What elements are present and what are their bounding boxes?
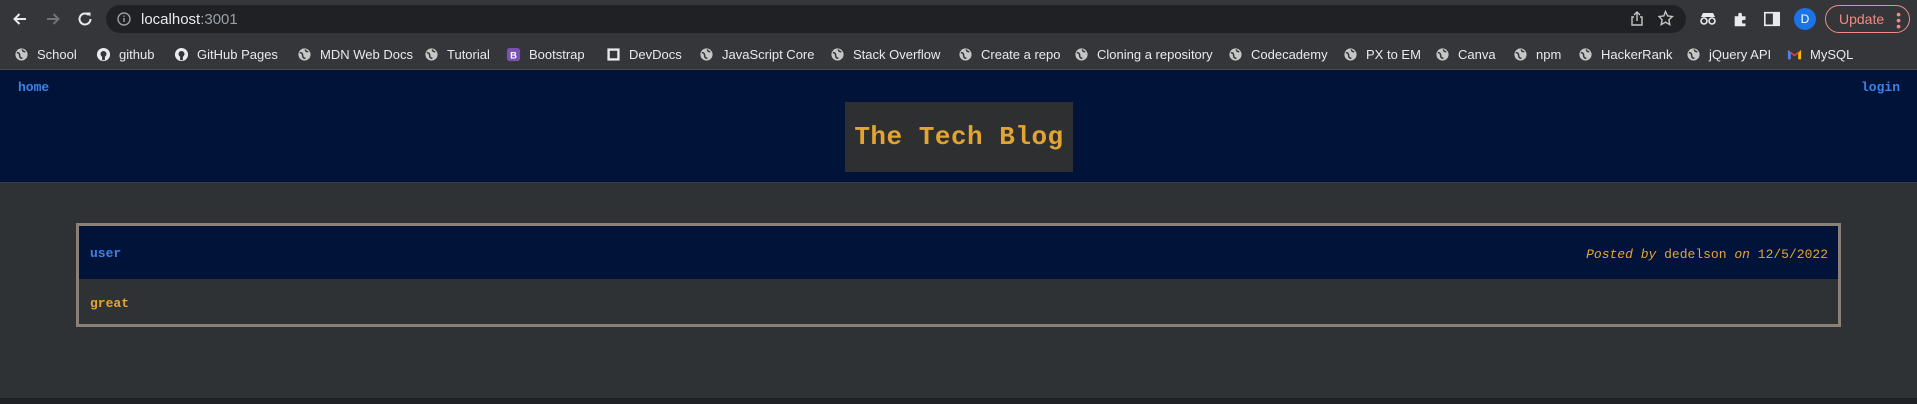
bookmarks-bar: School github GitHub Pages MDN Web Docs Tuto…	[0, 38, 1917, 70]
bookmark-label: HackerRank	[1601, 46, 1673, 62]
bookmark-item[interactable]: JavaScript Core	[698, 44, 814, 64]
bookmark-label: DevDocs	[629, 46, 682, 62]
extension-incognito-icon[interactable]	[1698, 9, 1718, 29]
bookmark-label: GitHub Pages	[197, 46, 278, 62]
globe-icon	[1577, 46, 1593, 62]
bookmark-label: MDN Web Docs	[320, 46, 413, 62]
globe-icon	[1434, 46, 1450, 62]
address-bar[interactable]: localhost:3001	[106, 5, 1686, 33]
update-button[interactable]: Update • • •	[1825, 5, 1910, 33]
bookmark-item[interactable]: Tutorial	[423, 44, 490, 64]
bootstrap-icon: B	[505, 46, 521, 62]
bookmark-label: School	[37, 46, 77, 62]
globe-icon	[423, 46, 439, 62]
globe-icon	[13, 46, 29, 62]
bookmark-label: Create a repo	[981, 46, 1061, 62]
bookmark-label: Tutorial	[447, 46, 490, 62]
share-icon[interactable]	[1629, 11, 1645, 27]
bookmark-item[interactable]: Codecademy	[1227, 44, 1328, 64]
bookmark-item[interactable]: Stack Overflow	[829, 44, 940, 64]
extensions-puzzle-icon[interactable]	[1731, 9, 1751, 29]
browser-toolbar: localhost:3001 D Update • • •	[0, 0, 1917, 38]
side-panel-icon[interactable]	[1762, 9, 1782, 29]
arrow-right-icon	[47, 13, 60, 25]
reload-button[interactable]	[73, 7, 97, 31]
bookmark-item[interactable]: npm	[1512, 44, 1561, 64]
on-label: on	[1734, 247, 1750, 262]
bookmark-item[interactable]: github	[95, 44, 154, 64]
bookmark-item[interactable]: Create a repo	[957, 44, 1061, 64]
bookmark-item[interactable]: Cloning a repository	[1073, 44, 1213, 64]
globe-icon	[1342, 46, 1358, 62]
globe-icon	[1227, 46, 1243, 62]
forward-button[interactable]	[41, 7, 65, 31]
site-title: The Tech Blog	[845, 102, 1073, 172]
bookmark-item[interactable]: HackerRank	[1577, 44, 1673, 64]
bookmark-label: PX to EM	[1366, 46, 1421, 62]
globe-icon	[829, 46, 845, 62]
url-host: localhost	[141, 11, 201, 28]
post-header: user Posted by dedelson on 12/5/2022	[79, 226, 1838, 279]
bookmark-label: Cloning a repository	[1097, 46, 1213, 62]
arrow-left-icon	[13, 13, 26, 25]
update-label: Update	[1839, 11, 1885, 27]
bookmark-item[interactable]: jQuery API	[1685, 44, 1771, 64]
github-icon	[95, 46, 111, 62]
post-date: 12/5/2022	[1757, 247, 1828, 262]
bookmark-label: MySQL	[1810, 46, 1854, 62]
menu-dots-icon[interactable]: • • •	[1896, 7, 1901, 33]
globe-icon	[698, 46, 714, 62]
url-text: localhost:3001	[141, 11, 238, 28]
devdocs-icon	[605, 46, 621, 62]
globe-icon	[957, 46, 973, 62]
post-body: great	[90, 296, 130, 311]
gmail-icon	[1786, 46, 1802, 62]
bookmark-item[interactable]: GitHub Pages	[173, 44, 278, 64]
bookmark-label: Bootstrap	[529, 46, 585, 62]
home-link[interactable]: home	[18, 80, 49, 95]
post-author: dedelson	[1664, 247, 1727, 262]
url-port: :3001	[200, 11, 238, 28]
bookmark-item[interactable]: School	[13, 44, 77, 64]
login-link[interactable]: login	[1861, 80, 1900, 95]
bookmark-label: JavaScript Core	[722, 46, 815, 62]
bookmark-item[interactable]: Canva	[1434, 44, 1496, 64]
globe-icon	[1685, 46, 1701, 62]
bookmark-label: Canva	[1458, 46, 1496, 62]
post-title[interactable]: user	[90, 246, 121, 261]
bookmark-item[interactable]: MDN Web Docs	[296, 44, 413, 64]
bookmark-label: Codecademy	[1251, 46, 1328, 62]
bookmark-item[interactable]: B Bootstrap	[505, 44, 585, 64]
reload-icon	[78, 12, 92, 26]
globe-icon	[1073, 46, 1089, 62]
bookmark-item[interactable]: MySQL	[1786, 44, 1853, 64]
github-icon	[173, 46, 189, 62]
bottom-border	[0, 398, 1917, 404]
svg-text:B: B	[510, 50, 517, 60]
post-meta: Posted by dedelson on 12/5/2022	[1586, 247, 1828, 262]
bookmark-star-icon[interactable]	[1657, 10, 1674, 27]
bookmark-label: npm	[1536, 46, 1562, 62]
back-button[interactable]	[8, 7, 32, 31]
info-icon[interactable]	[117, 12, 131, 26]
globe-icon	[296, 46, 312, 62]
bookmark-label: github	[119, 46, 155, 62]
post-card[interactable]: user Posted by dedelson on 12/5/2022 gre…	[76, 223, 1841, 327]
posted-by-label: Posted by	[1586, 247, 1657, 262]
bookmark-label: jQuery API	[1709, 46, 1772, 62]
bookmark-item[interactable]: DevDocs	[605, 44, 682, 64]
site-header: home login The Tech Blog	[0, 70, 1917, 183]
globe-icon	[1512, 46, 1528, 62]
bookmark-item[interactable]: PX to EM	[1342, 44, 1421, 64]
profile-avatar[interactable]: D	[1794, 8, 1816, 30]
bookmark-label: Stack Overflow	[853, 46, 941, 62]
